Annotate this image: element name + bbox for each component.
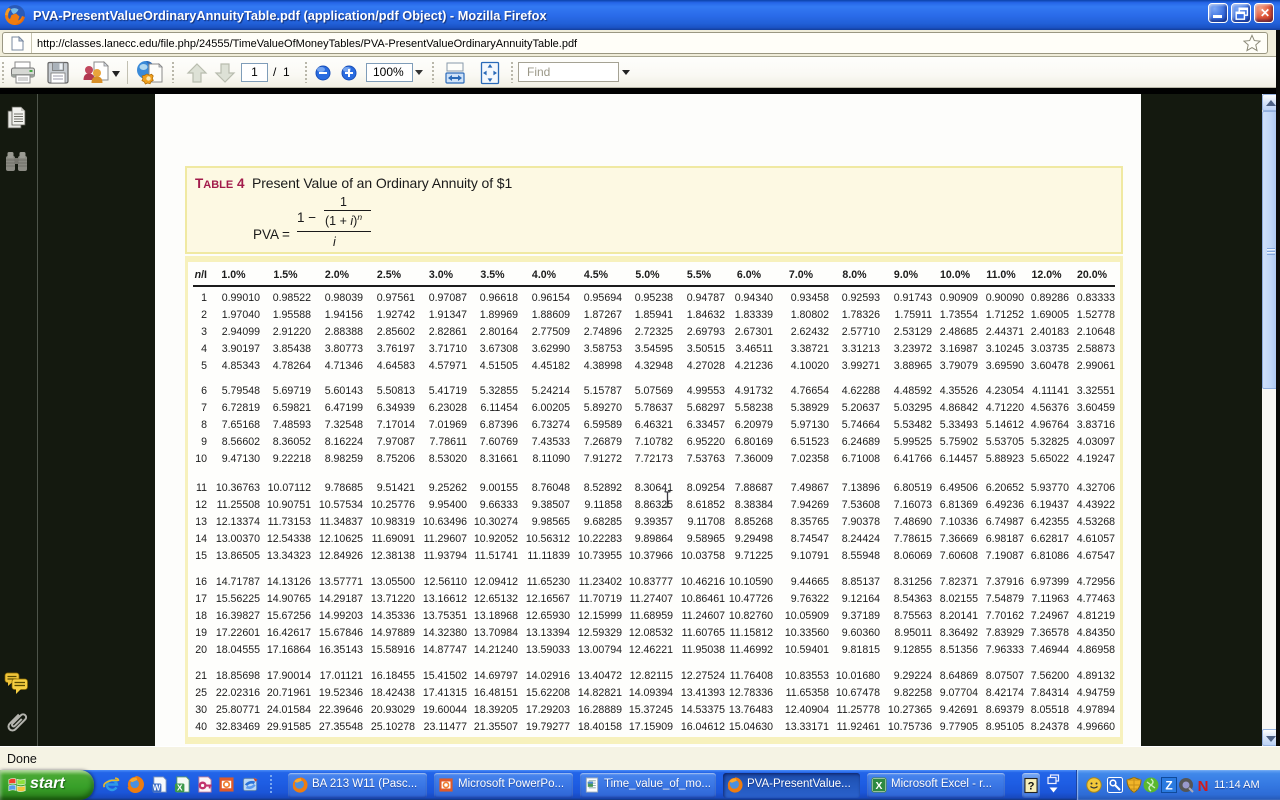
svg-text:X: X [876, 781, 883, 792]
svg-text:X: X [177, 783, 183, 793]
svg-text:W: W [153, 784, 161, 793]
svg-text:N: N [1198, 778, 1209, 793]
svg-text:?: ? [1028, 781, 1035, 793]
svg-text:Z: Z [1165, 779, 1172, 793]
